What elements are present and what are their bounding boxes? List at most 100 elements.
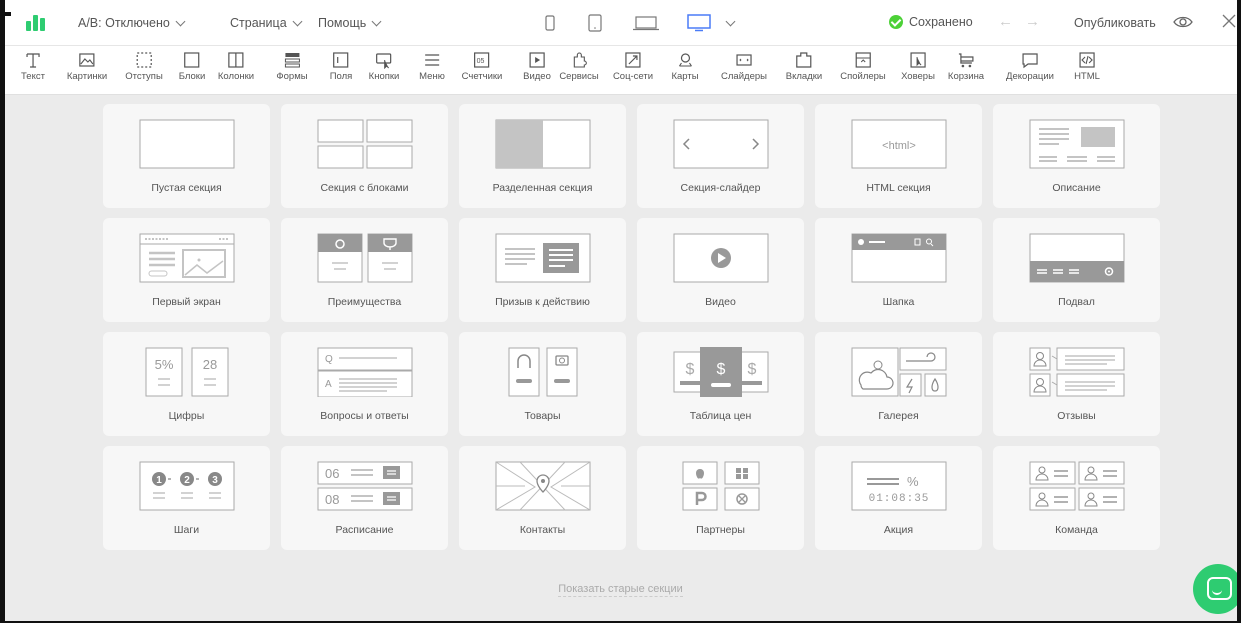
tool-sliders[interactable]: Слайдеры (721, 51, 767, 82)
svg-text:28: 28 (203, 357, 217, 372)
section-card-label: Партнеры (696, 524, 745, 536)
section-card-schedule[interactable]: 06 08 Расписание (281, 446, 448, 550)
tool-buttons[interactable]: Кнопки (369, 51, 399, 82)
description-thumbnail-icon (1029, 119, 1125, 169)
cart-icon (959, 53, 974, 68)
tool-columns[interactable]: Колонки (218, 51, 254, 82)
laptop-icon[interactable] (633, 15, 659, 31)
section-card-promo[interactable]: % 01:08:35 Акция (815, 446, 982, 550)
tool-label: Отступы (125, 71, 163, 82)
section-card-cta[interactable]: Призыв к действию (459, 218, 626, 322)
tool-fields[interactable]: Поля (330, 51, 352, 82)
save-status: Сохранено (889, 15, 973, 29)
section-card-label: Контакты (519, 524, 566, 536)
chevron-down-icon[interactable] (725, 16, 736, 26)
tool-spacing[interactable]: Отступы (125, 51, 163, 82)
tool-html[interactable]: HTML (1074, 51, 1100, 82)
tool-counters[interactable]: 05 Счетчики (462, 51, 502, 82)
help-menu[interactable]: Помощь (318, 16, 382, 30)
forms-icon (284, 53, 300, 68)
top-bar: А/В: Отключено Страница Помощь Сохранено… (5, 0, 1237, 46)
tool-menu[interactable]: Меню (419, 51, 445, 82)
page-menu[interactable]: Страница (230, 16, 303, 30)
buttons-icon (376, 53, 392, 69)
section-card-blocks[interactable]: Секция с блоками (281, 104, 448, 208)
section-card-numbers[interactable]: 5% 28 Цифры (103, 332, 270, 436)
save-status-label: Сохранено (909, 15, 973, 29)
tablet-icon[interactable] (587, 14, 603, 32)
close-icon[interactable] (1222, 14, 1236, 31)
frame-mark (0, 12, 11, 16)
services-icon (573, 52, 587, 68)
chevron-down-icon (371, 16, 382, 26)
tool-services[interactable]: Сервисы (559, 51, 599, 82)
svg-text:3: 3 (212, 475, 218, 486)
steps-thumbnail-icon: 1 2 3 (139, 461, 235, 511)
section-card-split[interactable]: Разделенная секция (459, 104, 626, 208)
tool-social[interactable]: Соц-сети (613, 51, 653, 82)
tool-block[interactable]: Блоки (178, 51, 206, 82)
section-card-label: Таблица цен (689, 410, 752, 422)
section-card-team[interactable]: Команда (993, 446, 1160, 550)
undo-arrow-icon[interactable]: ← (998, 13, 1025, 30)
section-card-description[interactable]: Описание (993, 104, 1160, 208)
section-card-video[interactable]: Видео (637, 218, 804, 322)
schedule-thumbnail-icon: 06 08 (317, 461, 413, 511)
desktop-icon[interactable] (687, 14, 711, 32)
tool-video[interactable]: Видео (523, 51, 551, 82)
svg-text:%: % (907, 474, 919, 489)
section-card-steps[interactable]: 1 2 3 Шаги (103, 446, 270, 550)
tool-image[interactable]: Картинки (67, 51, 107, 82)
section-card-partners[interactable]: Партнеры (637, 446, 804, 550)
tool-spoilers[interactable]: Спойлеры (840, 51, 886, 82)
block-icon (184, 52, 200, 68)
show-old-sections-link[interactable]: Показать старые секции (558, 583, 683, 597)
video-thumbnail-icon (673, 233, 769, 283)
publish-button[interactable]: Опубликовать (1074, 16, 1156, 30)
sliders-icon (736, 54, 752, 66)
svg-text:2: 2 (184, 475, 190, 486)
tool-tabs[interactable]: Вкладки (786, 51, 822, 82)
section-card-gallery[interactable]: Галерея (815, 332, 982, 436)
chevron-down-icon (175, 16, 186, 26)
section-card-features[interactable]: Преимущества (281, 218, 448, 322)
section-card-hero[interactable]: Первый экран (103, 218, 270, 322)
section-card-faq[interactable]: Q A Вопросы и ответы (281, 332, 448, 436)
phone-icon[interactable] (542, 15, 558, 31)
section-card-html[interactable]: <html> HTML секция (815, 104, 982, 208)
logo-icon[interactable] (26, 14, 48, 31)
tool-label: Формы (276, 71, 308, 82)
section-card-header[interactable]: Шапка (815, 218, 982, 322)
blocks-thumbnail-icon (317, 119, 413, 169)
section-card-reviews[interactable]: Отзывы (993, 332, 1160, 436)
tool-maps[interactable]: Карты (671, 51, 699, 82)
chat-support-icon[interactable] (1193, 564, 1241, 614)
redo-arrow-icon[interactable]: → (1025, 13, 1052, 30)
section-card-label: Отзывы (1057, 410, 1096, 422)
tool-cart[interactable]: Корзина (948, 51, 984, 82)
ab-test-menu[interactable]: А/В: Отключено (78, 16, 186, 30)
spoilers-icon (855, 52, 871, 68)
section-card-footer[interactable]: Подвал (993, 218, 1160, 322)
section-card-contacts[interactable]: Контакты (459, 446, 626, 550)
tool-hovers[interactable]: Ховеры (901, 51, 935, 82)
cta-thumbnail-icon (495, 233, 591, 283)
social-icon (625, 52, 641, 68)
preview-eye-icon[interactable] (1173, 15, 1193, 32)
tool-text[interactable]: Текст (21, 51, 45, 82)
hovers-icon (910, 52, 926, 68)
tool-label: Текст (21, 71, 45, 82)
tool-label: Декорации (1006, 71, 1054, 82)
section-card-products[interactable]: Товары (459, 332, 626, 436)
tool-decorations[interactable]: Декорации (1006, 51, 1054, 82)
tool-label: Видео (523, 71, 551, 82)
section-card-pricing[interactable]: $ $ $ Таблица цен (637, 332, 804, 436)
tool-label: Блоки (178, 71, 206, 82)
tool-forms[interactable]: Формы (276, 51, 308, 82)
pricing-thumbnail-icon: $ $ $ (673, 347, 769, 397)
counters-icon: 05 (474, 52, 490, 68)
svg-text:$: $ (717, 361, 726, 378)
section-card-empty[interactable]: Пустая секция (103, 104, 270, 208)
section-card-slider[interactable]: Секция-слайдер (637, 104, 804, 208)
tool-label: HTML (1074, 71, 1100, 82)
